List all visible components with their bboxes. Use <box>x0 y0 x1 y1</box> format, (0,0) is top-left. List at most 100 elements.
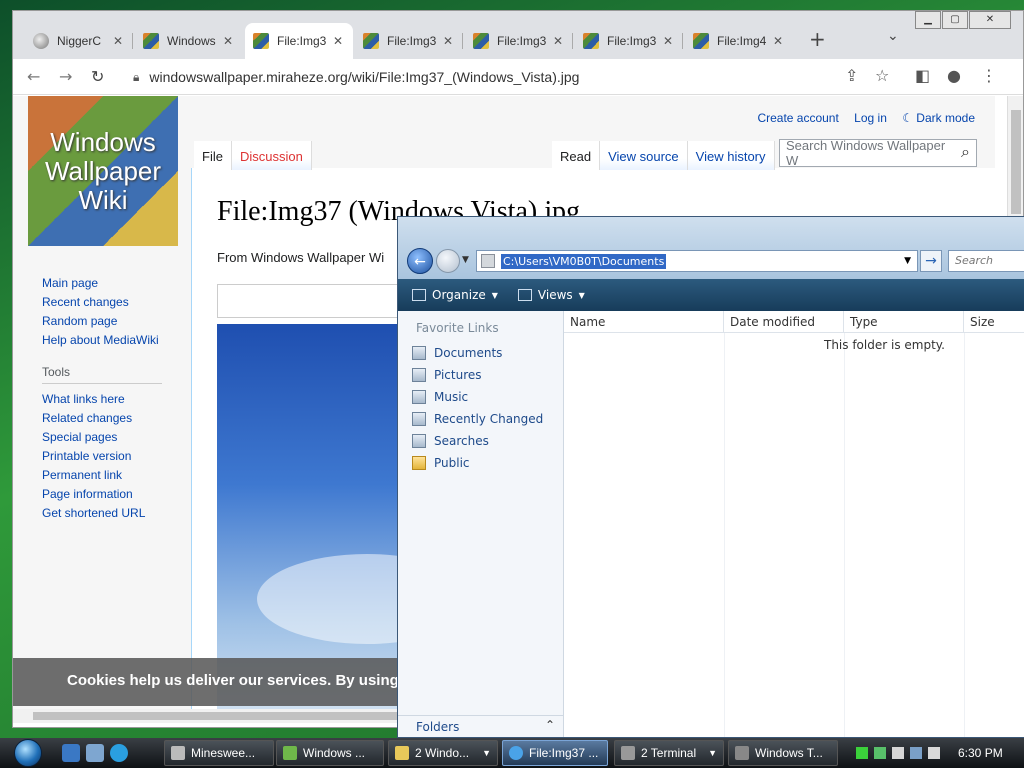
history-dropdown-icon[interactable]: ▼ <box>462 255 469 265</box>
back-arrow-icon[interactable]: ← <box>27 67 40 86</box>
tab-discussion[interactable]: Discussion <box>231 141 312 170</box>
shield-icon[interactable] <box>892 747 904 759</box>
tab-4[interactable]: File:Img3 ✕ <box>355 23 463 59</box>
tools-shortened-url[interactable]: Get shortened URL <box>42 506 192 520</box>
network-icon[interactable] <box>910 747 922 759</box>
tab-5[interactable]: File:Img3 ✕ <box>465 23 573 59</box>
sidebar-help[interactable]: Help about MediaWiki <box>42 333 192 347</box>
page-tabs-left: File Discussion <box>194 141 312 170</box>
explorer-window: ← ▼ C:\Users\VM0B0T\Documents ▼ → Search… <box>397 216 1024 738</box>
organize-icon <box>412 289 426 301</box>
tab-2[interactable]: Windows ✕ <box>135 23 243 59</box>
fav-recently-changed[interactable]: Recently Changed <box>398 409 563 431</box>
taskbar-item-chrome[interactable]: File:Img37 ... <box>502 740 608 766</box>
tab-view-source[interactable]: View source <box>600 141 688 170</box>
column-name[interactable]: Name <box>564 311 724 332</box>
scroll-thumb[interactable] <box>33 712 413 720</box>
tab-close-icon[interactable]: ✕ <box>221 34 235 48</box>
tools-special-pages[interactable]: Special pages <box>42 430 192 444</box>
tab-close-icon[interactable]: ✕ <box>441 34 455 48</box>
tab-file[interactable]: File <box>194 141 232 170</box>
profile-avatar-icon[interactable]: ● <box>947 66 961 85</box>
new-tab-button[interactable]: + <box>809 27 826 51</box>
scroll-thumb[interactable] <box>1011 110 1021 214</box>
wiki-logo[interactable]: Windows Wallpaper Wiki <box>28 96 178 246</box>
tab-view-history[interactable]: View history <box>687 141 775 170</box>
create-account-link[interactable]: Create account <box>757 111 838 125</box>
dark-mode-toggle[interactable]: ☾ Dark mode <box>902 111 975 125</box>
go-arrow-icon[interactable]: → <box>920 250 942 272</box>
tools-what-links-here[interactable]: What links here <box>42 392 192 406</box>
tab-close-icon[interactable]: ✕ <box>331 34 345 48</box>
sidebar-recent-changes[interactable]: Recent changes <box>42 295 192 309</box>
search-icon[interactable]: ⌕ <box>961 144 970 162</box>
back-arrow-icon[interactable]: ← <box>407 248 433 274</box>
tab-title: File:Img4 <box>717 34 767 48</box>
column-date-modified[interactable]: Date modified <box>724 311 844 332</box>
forward-arrow-icon[interactable]: → <box>59 67 72 86</box>
wiki-search-input[interactable]: Search Windows Wallpaper W ⌕ <box>779 138 977 168</box>
maximize-button[interactable]: ▢ <box>942 11 968 29</box>
tab-read[interactable]: Read <box>552 141 601 170</box>
start-button[interactable] <box>8 738 48 768</box>
reload-icon[interactable]: ↻ <box>91 67 104 86</box>
close-window-button[interactable]: ✕ <box>969 11 1011 29</box>
taskbar-item-minesweeper[interactable]: Mineswee... <box>164 740 274 766</box>
folders-toggle[interactable]: Folders ⌃ <box>398 715 563 737</box>
fav-public[interactable]: Public <box>398 453 563 475</box>
column-type[interactable]: Type <box>844 311 964 332</box>
taskbar: Mineswee... Windows ... 2 Windo... ▼ Fil… <box>0 738 1024 768</box>
tab-1[interactable]: NiggerC ✕ <box>25 23 133 59</box>
volume-muted-icon[interactable] <box>928 747 940 759</box>
forward-arrow-icon[interactable] <box>436 249 460 273</box>
side-panel-icon[interactable]: ◧ <box>915 66 930 85</box>
pictures-icon <box>412 368 426 382</box>
column-guides <box>564 333 1024 737</box>
tab-7[interactable]: File:Img4 ✕ <box>685 23 793 59</box>
tools-related-changes[interactable]: Related changes <box>42 411 192 425</box>
sidebar-random-page[interactable]: Random page <box>42 314 192 328</box>
clock[interactable]: 6:30 PM <box>958 746 1003 760</box>
folder-icon <box>481 254 495 268</box>
minimize-button[interactable]: ▁ <box>915 11 941 29</box>
taskbar-item-explorer-group[interactable]: 2 Windo... ▼ <box>388 740 498 766</box>
tools-page-information[interactable]: Page information <box>42 487 192 501</box>
fav-pictures[interactable]: Pictures <box>398 365 563 387</box>
switch-windows-icon[interactable] <box>86 744 104 762</box>
show-desktop-icon[interactable] <box>62 744 80 762</box>
views-button[interactable]: Views ▼ <box>517 288 585 302</box>
battery-icon[interactable] <box>874 747 886 759</box>
tab-close-icon[interactable]: ✕ <box>551 34 565 48</box>
status-green-icon[interactable] <box>856 747 868 759</box>
share-icon[interactable]: ⇪ <box>845 66 858 85</box>
column-size[interactable]: Size <box>964 311 1024 332</box>
tools-permanent-link[interactable]: Permanent link <box>42 468 192 482</box>
taskbar-item-windows[interactable]: Windows ... <box>276 740 384 766</box>
tab-3-active[interactable]: File:Img3 ✕ <box>245 23 353 59</box>
page-tabs-right: Read View source View history <box>552 141 775 170</box>
address-dropdown-icon[interactable]: ▼ <box>904 256 911 266</box>
login-link[interactable]: Log in <box>854 111 887 125</box>
organize-button[interactable]: Organize ▼ <box>412 288 498 302</box>
tab-close-icon[interactable]: ✕ <box>111 34 125 48</box>
tab-close-icon[interactable]: ✕ <box>771 34 785 48</box>
address-bar[interactable]: 🔒︎ windowswallpaper.miraheze.org/wiki/Fi… <box>123 63 893 91</box>
fav-searches[interactable]: Searches <box>398 431 563 453</box>
recent-icon <box>412 412 426 426</box>
windows-orb-icon <box>14 739 42 767</box>
tab-close-icon[interactable]: ✕ <box>661 34 675 48</box>
tab-6[interactable]: File:Img3 ✕ <box>575 23 683 59</box>
empty-folder-message: This folder is empty. <box>824 338 945 352</box>
tab-search-chevron-icon[interactable]: ⌄ <box>887 28 899 44</box>
address-bar[interactable]: C:\Users\VM0B0T\Documents ▼ <box>476 250 918 272</box>
tools-printable-version[interactable]: Printable version <box>42 449 192 463</box>
fav-documents[interactable]: Documents <box>398 343 563 365</box>
taskbar-item-terminal-group[interactable]: 2 Terminal ▼ <box>614 740 724 766</box>
bookmark-star-icon[interactable]: ☆ <box>875 66 889 85</box>
explorer-search-input[interactable]: Search <box>948 250 1024 272</box>
internet-explorer-icon[interactable] <box>110 744 128 762</box>
sidebar-main-page[interactable]: Main page <box>42 276 192 290</box>
taskbar-item-windows-task[interactable]: Windows T... <box>728 740 838 766</box>
menu-kebab-icon[interactable]: ⋮ <box>981 66 997 85</box>
fav-music[interactable]: Music <box>398 387 563 409</box>
